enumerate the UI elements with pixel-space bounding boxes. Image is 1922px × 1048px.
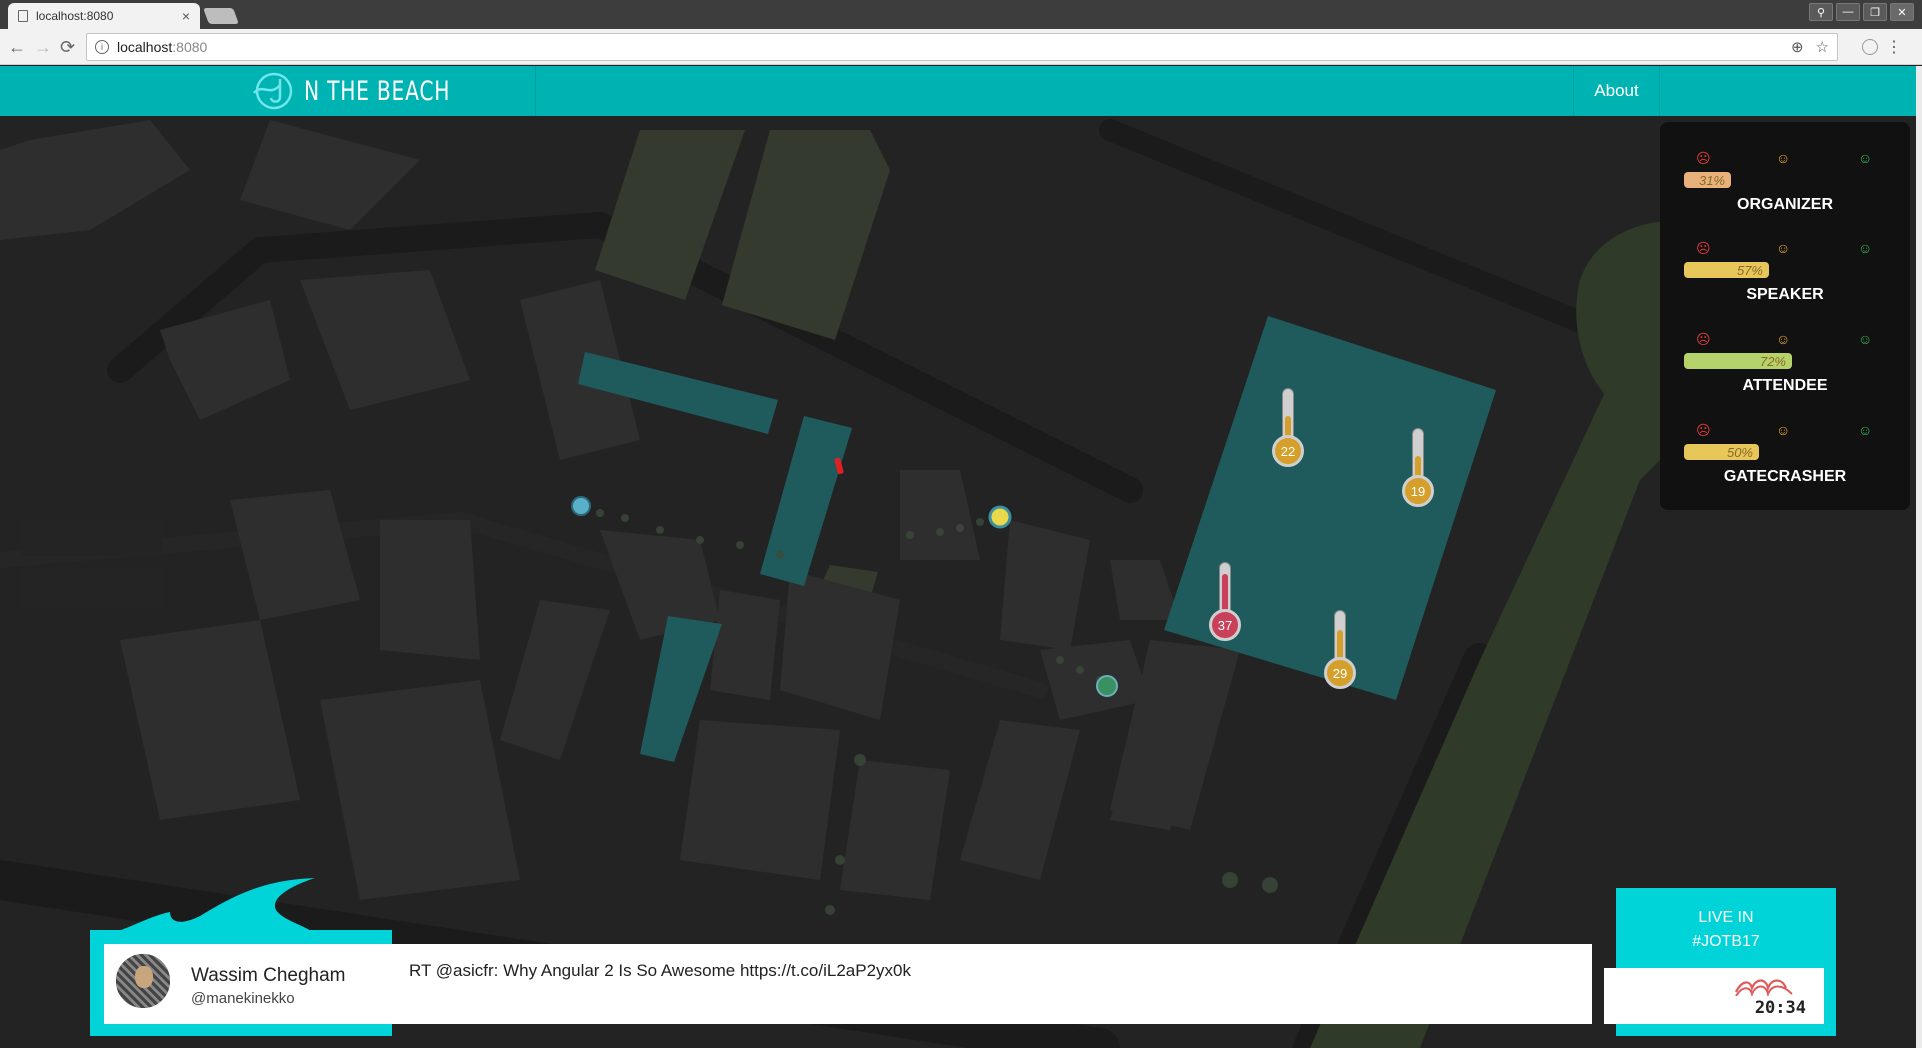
- bookmark-star-icon[interactable]: ☆: [1816, 38, 1829, 56]
- logo-circle-icon: [253, 72, 293, 110]
- live-box: LIVE IN #JOTB17 20:34: [1604, 888, 1836, 1036]
- mood-percent: 31%: [1698, 172, 1725, 188]
- mood-bar: 72%: [1684, 353, 1792, 369]
- sad-face-icon: ☹: [1696, 331, 1711, 347]
- url-host: localhost: [117, 39, 173, 55]
- wave-decoration-icon: [100, 878, 320, 938]
- mood-label: ATTENDEE: [1742, 377, 1828, 394]
- person-marker[interactable]: [988, 505, 1012, 529]
- sad-face-icon: ☹: [1696, 422, 1711, 438]
- brand-text: N THE BEACH: [304, 75, 451, 107]
- wave-logo-icon: [1735, 979, 1793, 996]
- neutral-face-icon: ☺: [1776, 150, 1791, 166]
- minimize-icon[interactable]: —: [1836, 3, 1860, 21]
- page-scrollbar[interactable]: [1916, 66, 1922, 1048]
- clock-time: 20:34: [1754, 998, 1806, 1018]
- happy-face-icon: ☺: [1858, 150, 1873, 166]
- page-icon: [18, 10, 28, 22]
- about-link[interactable]: About: [1573, 66, 1660, 116]
- thermometer-value: 29: [1332, 665, 1348, 681]
- happy-face-icon: ☺: [1858, 240, 1873, 256]
- address-bar: ← → ⟳ i localhost:8080 ⊕ ☆ ⋮: [0, 29, 1922, 65]
- reload-icon[interactable]: ⟳: [60, 37, 75, 58]
- window-close-icon[interactable]: ✕: [1890, 3, 1914, 21]
- mood-row-attendee: ☹ ☺ ☺ 72% ATTENDEE: [1660, 305, 1910, 395]
- neutral-face-icon: ☺: [1776, 331, 1791, 347]
- back-icon[interactable]: ←: [8, 37, 26, 58]
- url-input[interactable]: i localhost:8080 ⊕ ☆: [86, 33, 1838, 61]
- thermometer-value: 19: [1410, 483, 1426, 499]
- extension-icon[interactable]: [1862, 39, 1878, 55]
- mood-percent: 50%: [1726, 444, 1753, 460]
- thermometer[interactable]: 37: [1209, 562, 1241, 642]
- mood-row-organizer: ☹ ☺ ☺ 31% ORGANIZER: [1660, 124, 1910, 214]
- thermometer[interactable]: 22: [1272, 388, 1304, 468]
- thermometer[interactable]: 29: [1324, 610, 1356, 690]
- neutral-face-icon: ☺: [1776, 240, 1791, 256]
- tab-close-icon[interactable]: ×: [182, 8, 190, 24]
- live-hashtag: #JOTB17: [1692, 933, 1760, 950]
- mood-label: ORGANIZER: [1737, 196, 1833, 213]
- live-line-1: LIVE IN: [1698, 909, 1754, 926]
- forward-icon[interactable]: →: [34, 37, 52, 58]
- sad-face-icon: ☹: [1696, 150, 1711, 166]
- tweet-author-name: Wassim Chegham: [191, 965, 346, 986]
- happy-face-icon: ☺: [1858, 331, 1873, 347]
- user-icon[interactable]: ⚲: [1809, 3, 1833, 21]
- thermometer-value: 22: [1280, 443, 1296, 459]
- mood-bar: 50%: [1684, 444, 1759, 460]
- person-marker[interactable]: [1096, 675, 1118, 697]
- thermometer[interactable]: 19: [1402, 428, 1434, 508]
- tab-title: localhost:8080: [36, 9, 114, 23]
- mood-percent: 72%: [1759, 353, 1786, 369]
- new-tab-button[interactable]: [203, 8, 239, 24]
- browser-menu-icon[interactable]: ⋮: [1886, 37, 1902, 57]
- browser-tab[interactable]: localhost:8080 ×: [8, 3, 200, 29]
- zoom-icon[interactable]: ⊕: [1791, 38, 1804, 56]
- thermometer-value: 37: [1217, 617, 1233, 633]
- mood-row-gatecrasher: ☹ ☺ ☺ 50% GATECRASHER: [1660, 396, 1910, 486]
- mood-panel: ☹ ☺ ☺ 31% ORGANIZER ☹ ☺ ☺ 57% SPEAKER ☹ …: [1660, 122, 1910, 510]
- app-header: N THE BEACH About: [0, 66, 1916, 116]
- window-controls: ⚲ — ❐ ✕: [1809, 3, 1914, 21]
- brand-logo[interactable]: N THE BEACH: [250, 66, 536, 116]
- tweet-text: RT @asicfr: Why Angular 2 Is So Awesome …: [409, 961, 911, 980]
- mood-row-speaker: ☹ ☺ ☺ 57% SPEAKER: [1660, 214, 1910, 304]
- mood-label: GATECRASHER: [1723, 468, 1847, 485]
- mood-label: SPEAKER: [1746, 286, 1824, 303]
- info-icon[interactable]: i: [95, 40, 109, 54]
- url-port: :8080: [172, 39, 208, 55]
- avatar: [114, 952, 172, 1010]
- clock-box: 20:34: [1604, 968, 1824, 1024]
- neutral-face-icon: ☺: [1776, 422, 1791, 438]
- happy-face-icon: ☺: [1858, 422, 1873, 438]
- live-label: LIVE IN #JOTB17: [1616, 906, 1836, 954]
- sad-face-icon: ☹: [1696, 240, 1711, 256]
- browser-tab-bar: localhost:8080 × ⚲ — ❐ ✕: [0, 0, 1922, 29]
- tweet-author-handle: @manekinekko: [191, 990, 295, 1007]
- mood-percent: 57%: [1736, 262, 1763, 278]
- person-marker[interactable]: [571, 496, 591, 516]
- mood-bar: 57%: [1684, 262, 1769, 278]
- restore-icon[interactable]: ❐: [1863, 3, 1887, 21]
- mood-bar: 31%: [1684, 172, 1731, 188]
